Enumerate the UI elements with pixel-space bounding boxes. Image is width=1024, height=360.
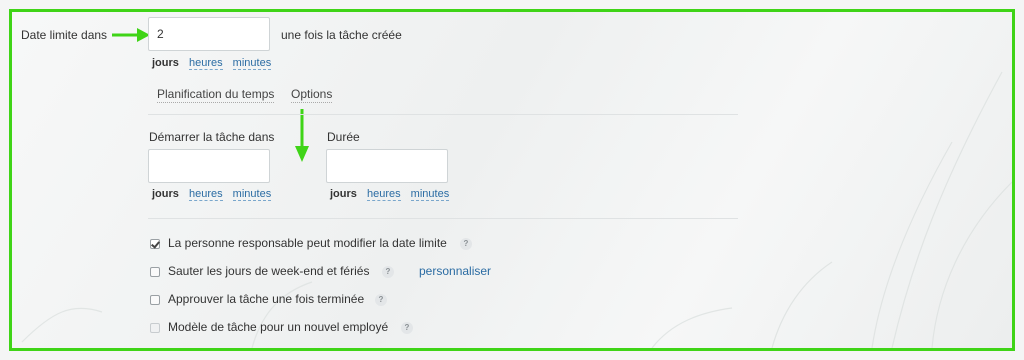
arrow-down-icon	[295, 109, 309, 162]
deadline-units: jours heures minutes	[152, 57, 278, 70]
checkbox-skip-weekends[interactable]	[150, 267, 160, 277]
unit-minutes-link[interactable]: minutes	[232, 57, 272, 70]
unit-days[interactable]: jours	[152, 57, 179, 69]
tab-options[interactable]: Options	[291, 87, 333, 103]
unit-hours-link[interactable]: heures	[366, 188, 401, 201]
unit-days[interactable]: jours	[152, 188, 179, 200]
option-approve-task-label: Approuver la tâche une fois terminée	[168, 292, 365, 306]
duration-input[interactable]	[326, 149, 448, 183]
start-units: jours heures minutes	[152, 188, 278, 201]
divider-top	[148, 114, 738, 115]
unit-days[interactable]: jours	[330, 188, 357, 200]
divider-bottom	[148, 218, 738, 219]
deadline-input[interactable]	[148, 17, 270, 51]
highlight-frame: Date limite dans une fois la tâche créée…	[9, 9, 1015, 351]
deadline-suffix: une fois la tâche créée	[281, 28, 402, 42]
checkbox-responsible-can-change[interactable]	[150, 239, 160, 249]
unit-hours-link[interactable]: heures	[188, 57, 223, 70]
option-skip-weekends-label: Sauter les jours de week-end et fériés	[168, 264, 370, 278]
checkbox-template-new-employee[interactable]	[150, 323, 160, 333]
start-label: Démarrer la tâche dans	[149, 130, 275, 144]
duration-label: Durée	[327, 130, 360, 144]
option-template-new-employee-label: Modèle de tâche pour un nouvel employé	[168, 320, 389, 334]
start-input[interactable]	[148, 149, 270, 183]
tab-planning[interactable]: Planification du temps	[157, 87, 275, 103]
unit-minutes-link[interactable]: minutes	[232, 188, 272, 201]
unit-minutes-link[interactable]: minutes	[410, 188, 450, 201]
option-responsible-can-change-label: La personne responsable peut modifier la…	[168, 236, 447, 250]
help-icon[interactable]: ?	[401, 322, 413, 334]
deadline-label: Date limite dans	[21, 28, 108, 42]
checkbox-approve-task[interactable]	[150, 295, 160, 305]
help-icon[interactable]: ?	[382, 266, 394, 278]
duration-units: jours heures minutes	[330, 188, 456, 201]
help-icon[interactable]: ?	[375, 294, 387, 306]
unit-hours-link[interactable]: heures	[188, 188, 223, 201]
arrow-right-icon	[112, 28, 150, 42]
customize-link[interactable]: personnaliser	[419, 264, 491, 278]
help-icon[interactable]: ?	[460, 238, 472, 250]
